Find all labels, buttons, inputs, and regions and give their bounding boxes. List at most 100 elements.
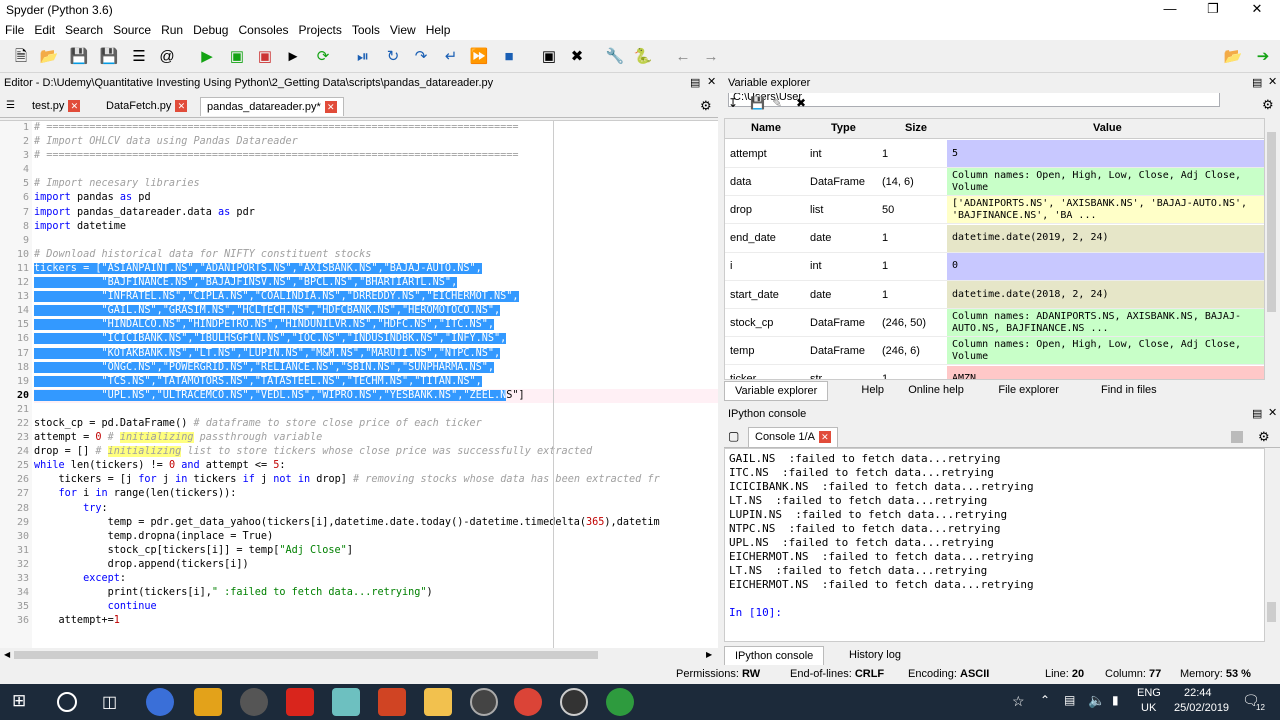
console-options-gear-icon[interactable]: ⚙	[1258, 429, 1270, 445]
pdf-app-icon[interactable]	[286, 688, 314, 716]
col-value[interactable]: Value	[1093, 122, 1122, 134]
variable-row[interactable]: drop list 50 ['ADANIPORTS.NS', 'AXISBANK.NS…	[725, 196, 1264, 225]
continue-icon[interactable]: ⏩	[468, 46, 490, 68]
menu-debug[interactable]: Debug	[188, 20, 233, 40]
go-directory-icon[interactable]: ➔	[1252, 46, 1274, 68]
tab-test-py[interactable]: test.py ✕	[26, 97, 86, 116]
col-type[interactable]: Type	[831, 122, 856, 134]
code-line[interactable]: temp.dropna(inplace = True)	[34, 530, 718, 544]
code-line[interactable]: drop = [] # initializing list to store t…	[34, 445, 718, 459]
undock-editor-icon[interactable]: ▤	[690, 76, 700, 89]
close-tab-icon[interactable]: ✕	[324, 101, 337, 114]
menu-run[interactable]: Run	[156, 20, 188, 40]
tab-file-explorer[interactable]: File explorer	[988, 381, 1069, 399]
code-line[interactable]: # ======================================…	[34, 149, 718, 163]
code-line[interactable]: stock_cp[tickers[i]] = temp["Adj Close"]	[34, 544, 718, 558]
rerun-icon[interactable]: ⟳	[312, 46, 334, 68]
anaconda-icon[interactable]	[560, 688, 588, 716]
open-file-icon[interactable]: 📂	[38, 46, 60, 68]
browse-directory-icon[interactable]: 📂	[1222, 46, 1244, 68]
utorrent-icon[interactable]	[606, 688, 634, 716]
variable-row[interactable]: attempt int 1 5	[725, 140, 1264, 168]
run-icon[interactable]: ▶	[196, 46, 218, 68]
close-console-tab-icon[interactable]: ✕	[818, 431, 831, 444]
code-line[interactable]: import datetime	[34, 220, 718, 234]
stop-debug-icon[interactable]: ■	[498, 46, 520, 68]
code-line[interactable]: "GAIL.NS","GRASIM.NS","HCLTECH.NS","HDFC…	[34, 304, 718, 318]
code-line[interactable]: print(tickers[i]," :failed to fetch data…	[34, 586, 718, 600]
close-window-button[interactable]: ✕	[1242, 0, 1272, 20]
code-line[interactable]: attempt = 0 # initializing passthrough v…	[34, 431, 718, 445]
maximize-pane-icon[interactable]: ▣	[538, 46, 560, 68]
step-icon[interactable]: ↻	[382, 46, 404, 68]
menu-tools[interactable]: Tools	[347, 20, 385, 40]
volume-icon[interactable]: 🔈	[1088, 692, 1105, 709]
remove-all-variables-icon[interactable]: ✖	[796, 96, 806, 110]
code-line[interactable]: # Download historical data for NIFTY con…	[34, 248, 718, 262]
variable-row[interactable]: start_date date 1 datetime.date(2018, 2, 24…	[725, 281, 1264, 309]
code-line[interactable]: import pandas_datareader.data as pdr	[34, 206, 718, 220]
menu-help[interactable]: Help	[421, 20, 456, 40]
menu-view[interactable]: View	[385, 20, 421, 40]
code-line[interactable]: drop.append(tickers[i])	[34, 558, 718, 572]
file-explorer-icon[interactable]	[424, 688, 452, 716]
code-line[interactable]: import pandas as pd	[34, 191, 718, 205]
code-line[interactable]: # Import necesary libraries	[34, 177, 718, 191]
editor-horizontal-scrollbar[interactable]: ◀ ▶	[0, 648, 718, 662]
save-icon[interactable]: 💾	[68, 46, 90, 68]
import-data-icon[interactable]: ↧	[728, 96, 738, 110]
code-line[interactable]: continue	[34, 600, 718, 614]
minimize-button[interactable]: —	[1155, 0, 1185, 20]
scrollbar-thumb[interactable]	[1267, 132, 1276, 312]
step-return-icon[interactable]: ↵	[440, 46, 462, 68]
close-console-pane-icon[interactable]: ✕	[1268, 406, 1277, 419]
console-scrollbar[interactable]	[1265, 448, 1278, 642]
variable-row[interactable]: i int 1 0	[725, 252, 1264, 281]
tab-datafetch-py[interactable]: DataFetch.py ✕	[100, 97, 193, 116]
close-varexp-icon[interactable]: ✕	[1268, 75, 1277, 88]
menu-projects[interactable]: Projects	[294, 20, 347, 40]
code-line[interactable]: "ICICIBANK.NS","IBULHSGFIN.NS","IOC.NS",…	[34, 332, 718, 346]
code-line[interactable]: "ONGC.NS","POWERGRID.NS","RELIANCE.NS","…	[34, 361, 718, 375]
scroll-left-icon[interactable]: ◀	[4, 650, 10, 659]
search-icon[interactable]	[57, 692, 77, 712]
scrollbar-thumb[interactable]	[14, 651, 598, 659]
code-line[interactable]: stock_cp = pd.DataFrame() # dataframe to…	[34, 417, 718, 431]
tab-online-help[interactable]: Online help	[898, 381, 974, 399]
language-indicator[interactable]: ENG	[1137, 687, 1161, 699]
step-into-icon[interactable]: ↷	[410, 46, 432, 68]
scrollbar-thumb[interactable]	[1267, 602, 1276, 622]
code-line[interactable]: attempt+=1	[34, 614, 718, 628]
new-file-icon[interactable]: 🗎	[10, 46, 32, 68]
code-area[interactable]: # ======================================…	[34, 121, 718, 628]
code-line[interactable]: try:	[34, 502, 718, 516]
save-data-icon[interactable]: 💾	[750, 96, 765, 110]
tab-variable-explorer[interactable]: Variable explorer	[724, 381, 829, 401]
code-line[interactable]	[34, 403, 718, 417]
code-line[interactable]: for i in range(len(tickers)):	[34, 487, 718, 501]
code-line[interactable]: "BAJFINANCE.NS","BAJAJFINSV.NS","BPCL.NS…	[34, 276, 718, 290]
menu-file[interactable]: File	[0, 20, 29, 40]
spyder-active-icon[interactable]	[470, 688, 498, 716]
code-line[interactable]: temp = pdr.get_data_yahoo(tickers[i],dat…	[34, 516, 718, 530]
python-path-icon[interactable]: 🐍	[632, 46, 654, 68]
chrome-icon[interactable]	[514, 688, 542, 716]
spyder-app-icon[interactable]	[240, 688, 268, 716]
menu-search[interactable]: Search	[60, 20, 108, 40]
close-editor-pane-icon[interactable]: ✕	[707, 75, 716, 88]
variable-row[interactable]: data DataFrame (14, 6) Column names: Open, …	[725, 168, 1264, 197]
varexp-options-gear-icon[interactable]: ⚙	[1262, 97, 1274, 113]
people-icon[interactable]: ☆	[1012, 693, 1025, 710]
save-all-icon[interactable]: 💾	[98, 46, 120, 68]
editor-options-gear-icon[interactable]: ⚙	[700, 98, 712, 114]
code-line[interactable]: tickers = ["ASIANPAINT.NS","ADANIPORTS.N…	[34, 262, 718, 276]
list-icon[interactable]: ☰	[128, 46, 150, 68]
col-size[interactable]: Size	[905, 122, 927, 134]
variable-row[interactable]: stock_cp DataFrame (246, 50) Column names: …	[725, 309, 1264, 338]
code-line[interactable]: "INFRATEL.NS","CIPLA.NS","COALINDIA.NS",…	[34, 290, 718, 304]
code-line[interactable]	[34, 163, 718, 177]
menu-source[interactable]: Source	[108, 20, 156, 40]
notepad-app-icon[interactable]	[332, 688, 360, 716]
run-selection-icon[interactable]: ►	[282, 46, 304, 68]
code-line[interactable]: while len(tickers) != 0 and attempt <= 5…	[34, 459, 718, 473]
